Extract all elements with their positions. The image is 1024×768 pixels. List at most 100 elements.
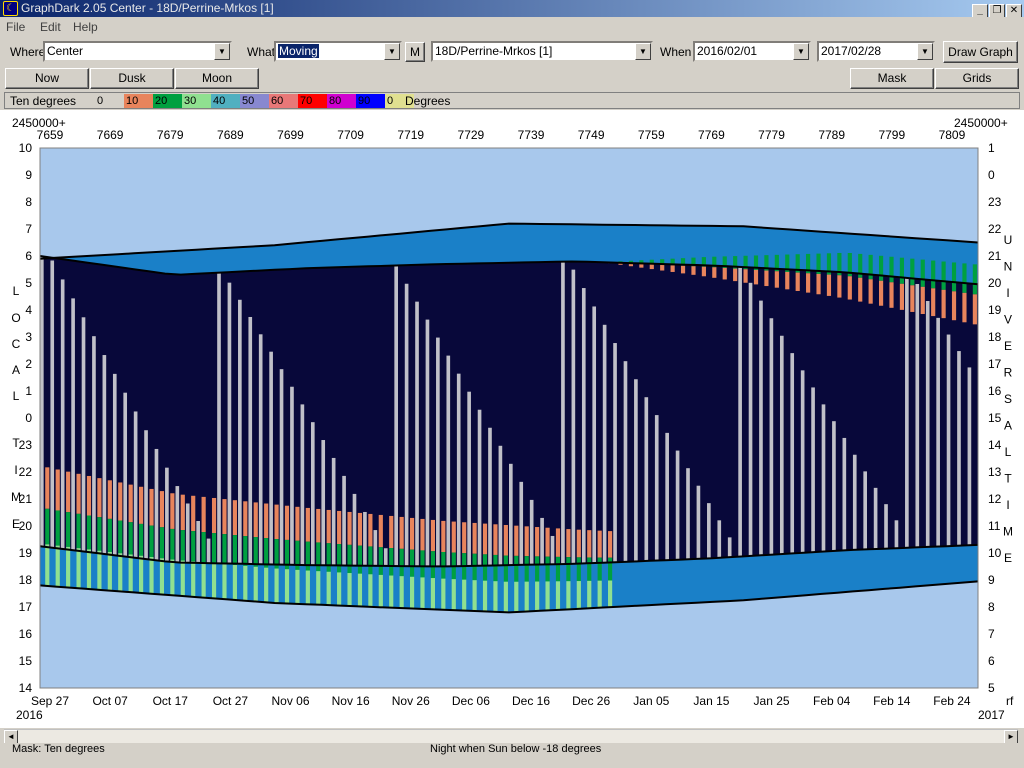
altitude-bar [399,548,404,577]
dawn-twilight-cell [931,546,937,585]
close-button[interactable]: ✕ [1006,4,1022,18]
night-cell [566,261,572,564]
chevron-down-icon[interactable]: ▼ [793,43,809,60]
night-cell [555,261,562,565]
moon-button[interactable]: Moon [175,68,259,89]
menu-file[interactable]: File [6,20,25,34]
dawn-twilight-cell [634,561,640,606]
dawn-twilight-cell [415,566,421,609]
night-cell [451,263,458,567]
chevron-down-icon[interactable]: ▼ [214,43,230,60]
dusk-twilight-cell [519,223,526,263]
dusk-twilight-cell [503,223,510,263]
dusk-twilight-cell [357,237,364,267]
dawn-twilight-cell [962,545,968,583]
dawn-twilight-cell [951,545,958,584]
dusk-twilight-cell [399,233,406,266]
dawn-twilight-cell [654,560,661,605]
moonlight-bar [717,520,722,558]
night-cell [806,270,812,553]
m-button[interactable]: M [405,42,425,62]
moonlight-bar [394,265,399,567]
altitude-bar [597,580,602,608]
scroll-right-icon[interactable]: ► [1004,730,1018,744]
chevron-down-icon[interactable]: ▼ [917,43,933,60]
object-select[interactable]: 18D/Perrine-Mrkos [1] ▼ [431,41,653,62]
dawn-twilight-cell [217,563,223,599]
dawn-twilight-cell [691,559,697,603]
draw-graph-button[interactable]: Draw Graph [943,41,1018,63]
altitude-bar [55,469,60,511]
restore-button[interactable]: ❐ [989,4,1005,18]
moonlight-bar [300,404,305,566]
jd-tick-label: 7799 [878,128,905,142]
horizontal-scrollbar[interactable]: ◄ ► [4,729,1018,744]
moonlight-bar [561,261,565,565]
altitude-bar [482,554,488,581]
scroll-thumb[interactable] [18,730,618,744]
chevron-down-icon[interactable]: ▼ [384,43,400,60]
altitude-bar [305,541,310,571]
mask-button[interactable]: Mask [850,68,934,89]
what-select[interactable]: Moving ▼ [274,41,402,62]
end-date-select[interactable]: 2017/02/28 ▼ [817,41,935,62]
dusk-twilight-cell [613,224,619,263]
universal-time-axis-letter: E [1004,339,1012,353]
moonlight-bar [779,335,784,554]
dawn-twilight-cell [957,545,963,583]
dusk-twilight-cell [790,229,797,270]
altitude-bar [243,565,248,601]
altitude-bar [222,534,227,565]
dusk-twilight-cell [165,251,171,274]
moonlight-bar [884,504,888,549]
dusk-twilight-cell [811,231,817,271]
altitude-bar [389,515,394,549]
minimize-button[interactable]: _ [972,4,988,18]
chevron-down-icon[interactable]: ▼ [635,43,651,60]
dusk-twilight-cell [884,236,890,277]
local-hour-tick: 17 [19,600,33,614]
where-select[interactable]: Center ▼ [43,41,232,62]
dusk-twilight-cell [264,245,270,271]
night-cell [680,264,687,560]
dusk-twilight-cell [462,227,468,264]
night-cell [868,274,875,550]
start-date-select[interactable]: 2016/02/01 ▼ [693,41,811,62]
universal-time-axis-letter: I [1006,286,1009,300]
altitude-bar [118,553,123,592]
moonlight-bar [529,499,534,565]
now-button[interactable]: Now [5,68,89,89]
altitude-bar [264,538,269,568]
dusk-button[interactable]: Dusk [90,68,174,89]
dusk-twilight-cell [665,225,671,265]
local-hour-tick: 16 [19,627,33,641]
legend-swatch: 70 [298,94,327,108]
altitude-bar [107,551,112,591]
chart-svg: 2450000+ 2450000+7659 7669 7679 7689 7699 7709… [11,116,1014,722]
scroll-left-icon[interactable]: ◄ [4,730,18,744]
altitude-bar [378,574,383,608]
grids-button[interactable]: Grids [935,68,1019,89]
altitude-bar [535,581,540,611]
dusk-twilight-cell [863,234,869,275]
altitude-bar [191,495,196,532]
altitude-bar [545,527,550,557]
dusk-twilight-cell [675,225,682,265]
dawn-twilight-cell [123,556,129,592]
moonlight-bar [185,503,190,563]
altitude-bar [357,545,363,574]
dawn-twilight-cell [665,560,671,605]
menu-help[interactable]: Help [73,20,98,34]
menu-edit[interactable]: Edit [40,20,61,34]
altitude-bar [107,480,112,519]
ut-hour-tick: 19 [988,303,1002,317]
dawn-twilight-cell [821,551,828,594]
moonlight-bar [602,324,607,563]
moonlight-bar [613,343,617,563]
local-hour-tick: 1 [25,384,32,398]
night-cell [206,273,213,564]
altitude-bar [97,517,102,551]
dusk-twilight-cell [717,226,724,267]
altitude-bar [326,571,331,606]
dusk-twilight-cell [509,223,515,263]
